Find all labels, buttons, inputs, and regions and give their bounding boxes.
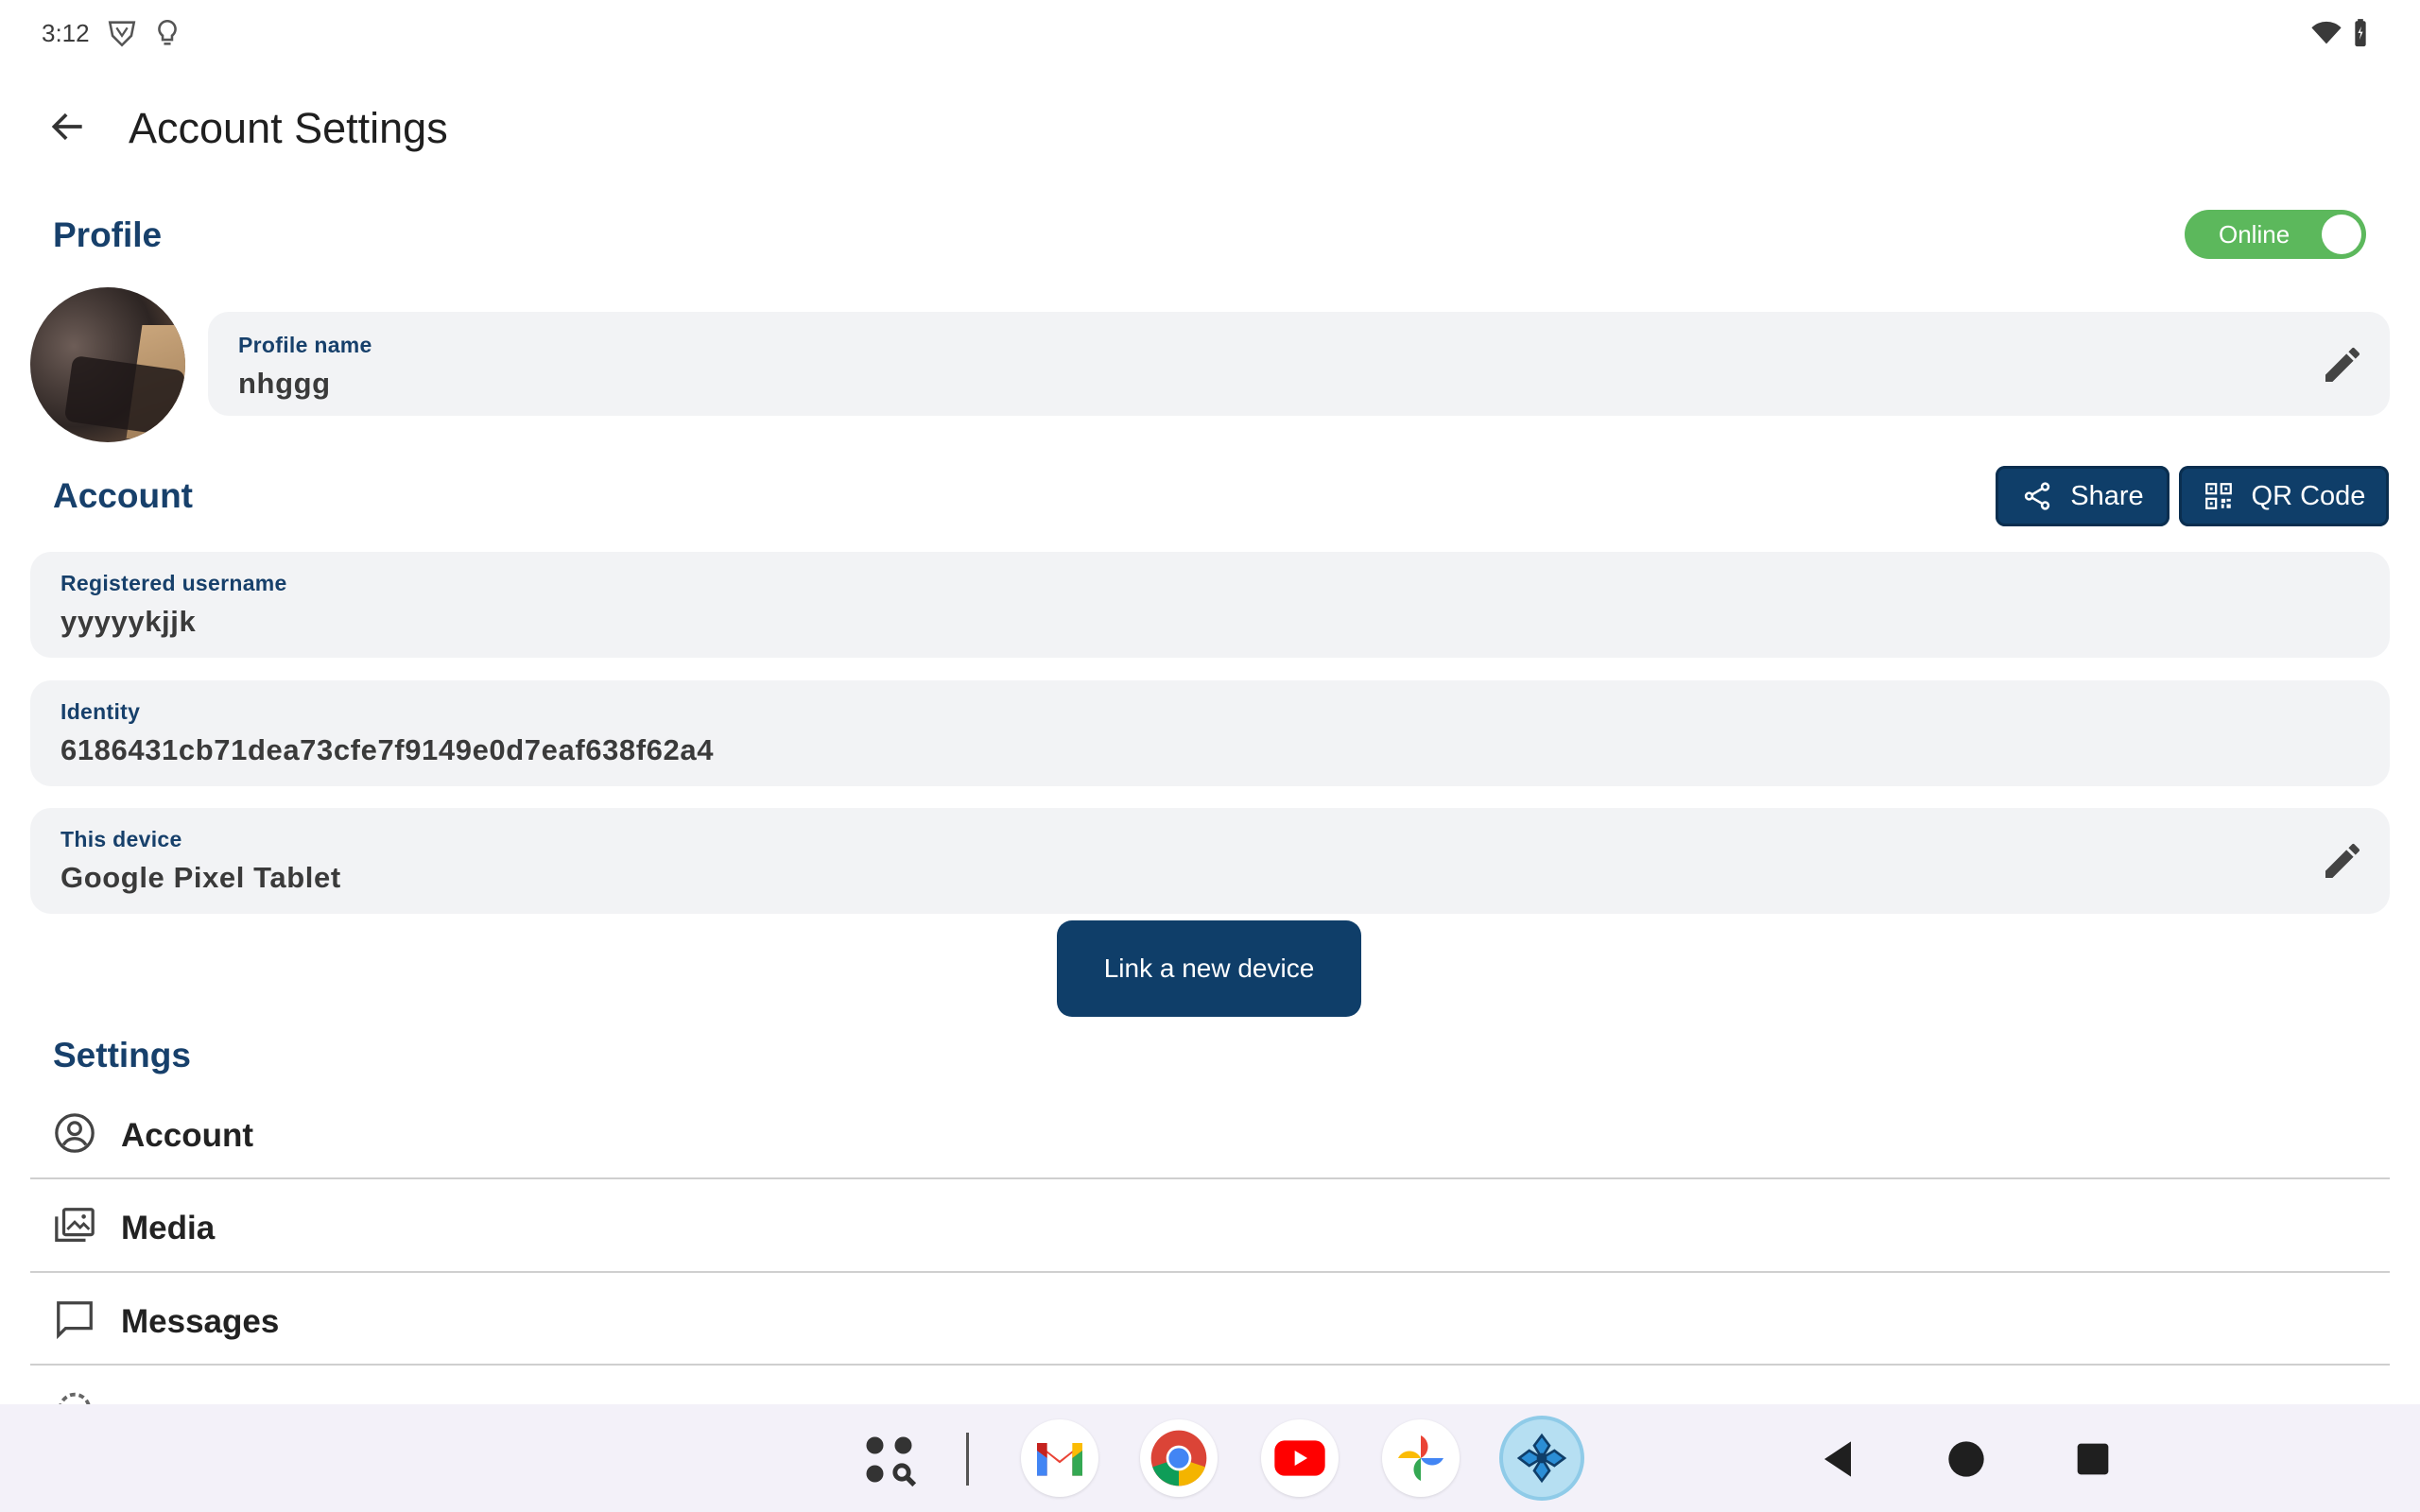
back-nav-icon[interactable] xyxy=(1811,1433,1864,1486)
settings-item-label: Messages xyxy=(121,1303,280,1340)
chrome-icon[interactable] xyxy=(1140,1419,1218,1497)
avatar[interactable] xyxy=(30,287,185,442)
username-value: yyyyykjjk xyxy=(60,605,197,638)
battery-icon xyxy=(2344,17,2377,49)
link-new-device-button[interactable]: Link a new device xyxy=(1057,920,1361,1017)
device-card[interactable]: This device Google Pixel Tablet xyxy=(30,808,2390,914)
toggle-knob xyxy=(2322,215,2361,254)
vpn-shield-icon xyxy=(106,17,138,49)
gmail-icon[interactable] xyxy=(1021,1419,1098,1497)
identity-card: Identity 6186431cb71dea73cfe7f9149e0d7ea… xyxy=(30,680,2390,786)
username-label: Registered username xyxy=(60,571,287,595)
profile-name-label: Profile name xyxy=(238,333,372,357)
share-icon xyxy=(2025,482,2050,510)
identity-label: Identity xyxy=(60,699,141,724)
edit-profile-name-icon[interactable] xyxy=(2320,342,2365,387)
settings-item-messages[interactable]: Messages xyxy=(30,1273,2390,1366)
share-button-label: Share xyxy=(2070,480,2144,511)
account-circle-icon xyxy=(53,1111,96,1155)
page-title: Account Settings xyxy=(129,104,448,152)
edit-device-name-icon[interactable] xyxy=(2320,838,2365,884)
settings-item-account[interactable]: Account xyxy=(30,1087,2390,1179)
photos-icon[interactable] xyxy=(1382,1419,1460,1497)
taskbar-divider xyxy=(966,1433,969,1486)
profile-section-title: Profile xyxy=(53,215,163,254)
profile-name-value: nhggg xyxy=(238,367,331,400)
settings-item-partial-icon xyxy=(53,1387,110,1404)
identity-value: 6186431cb71dea73cfe7f9149e0d7eaf638f62a4 xyxy=(60,733,715,766)
chat-bubble-icon xyxy=(53,1297,96,1341)
qr-code-button[interactable]: QR Code xyxy=(2179,466,2389,526)
settings-section-title: Settings xyxy=(53,1036,191,1074)
device-label: This device xyxy=(60,827,182,851)
username-card: Registered username yyyyykjjk xyxy=(30,552,2390,658)
home-nav-icon[interactable] xyxy=(1940,1433,1993,1486)
account-section-title: Account xyxy=(53,476,193,515)
divider xyxy=(30,1364,2390,1366)
youtube-icon[interactable] xyxy=(1261,1419,1339,1497)
share-button[interactable]: Share xyxy=(1996,466,2169,526)
lightbulb-icon xyxy=(151,17,183,49)
arrow-left-icon xyxy=(51,112,82,141)
wifi-icon xyxy=(2310,17,2342,49)
settings-item-media[interactable]: Media xyxy=(30,1179,2390,1272)
qr-code-button-label: QR Code xyxy=(2251,480,2366,511)
online-status-toggle[interactable]: Online xyxy=(2185,210,2366,259)
media-library-icon xyxy=(53,1204,96,1247)
qr-code-icon xyxy=(2204,483,2232,509)
settings-item-label: Media xyxy=(121,1210,216,1246)
app-drawer-icon[interactable] xyxy=(856,1427,925,1495)
back-button[interactable] xyxy=(43,102,93,151)
device-value: Google Pixel Tablet xyxy=(60,861,341,894)
profile-name-card[interactable]: Profile name nhggg xyxy=(208,312,2390,416)
jami-icon[interactable] xyxy=(1503,1419,1581,1497)
status-time: 3:12 xyxy=(42,19,90,47)
recents-nav-icon[interactable] xyxy=(2066,1433,2119,1486)
settings-item-label: Account xyxy=(121,1117,253,1154)
online-status-label: Online xyxy=(2219,220,2290,249)
